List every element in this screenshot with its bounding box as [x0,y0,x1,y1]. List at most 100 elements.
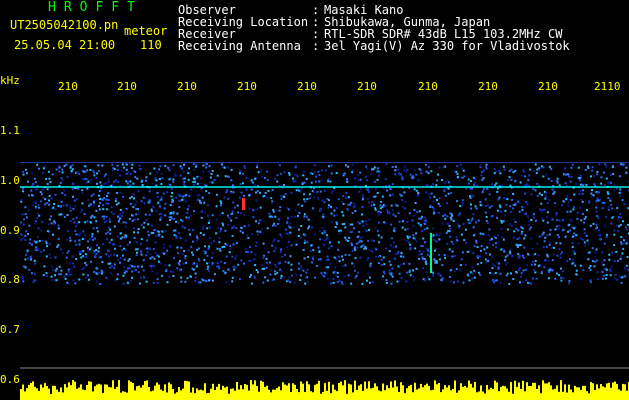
noise-speck [240,226,243,229]
noise-speck [169,204,172,206]
power-bar-segment [118,380,120,400]
noise-speck [483,248,486,251]
noise-speck [302,269,305,272]
noise-speck [152,231,155,234]
noise-speck [373,203,376,206]
noise-speck [164,264,167,267]
noise-speck [455,236,458,239]
noise-speck [81,189,84,192]
noise-speck [562,200,565,203]
noise-speck [541,217,543,220]
noise-speck [108,220,111,223]
noise-speck [406,235,409,238]
noise-speck [72,218,75,221]
noise-speck [592,194,595,197]
noise-speck [554,228,557,231]
noise-speck [154,241,157,244]
noise-speck [450,240,453,243]
noise-speck [364,245,367,248]
noise-speck [48,194,51,197]
noise-speck [544,195,547,198]
noise-speck [75,198,78,201]
noise-speck [156,192,159,194]
noise-speck [338,279,341,282]
noise-speck [222,270,225,273]
noise-speck [550,246,553,249]
noise-speck [145,254,148,257]
power-bar-segment [590,382,592,400]
noise-speck [485,220,488,222]
noise-speck [119,245,122,248]
noise-speck [493,168,496,171]
noise-speck [299,279,302,281]
noise-speck [471,277,474,280]
power-bar-segment [552,389,554,400]
header-title: HROFFT [48,0,143,15]
noise-speck [586,209,588,212]
noise-speck [545,173,548,176]
noise-speck [538,192,541,195]
noise-speck [76,171,79,174]
noise-speck [291,216,294,218]
noise-speck [147,234,150,236]
noise-speck [144,179,147,182]
noise-speck [481,171,484,173]
noise-speck [301,183,304,185]
noise-speck [412,237,415,240]
noise-speck [344,236,347,239]
noise-speck [596,173,599,176]
noise-speck [240,212,243,215]
power-bar-segment [96,384,98,400]
power-bar-segment [206,393,208,400]
noise-speck [561,219,564,222]
noise-speck [79,253,82,256]
noise-speck [105,232,108,235]
noise-speck [421,215,424,218]
noise-speck [571,245,574,248]
noise-speck [600,182,603,185]
noise-speck [185,261,188,264]
noise-speck [510,178,513,181]
noise-speck [321,227,324,230]
noise-speck [41,193,43,196]
noise-speck [364,220,367,222]
power-bar-segment [224,387,226,400]
noise-speck [374,188,377,191]
power-bar-segment [26,388,28,400]
noise-speck [24,206,27,209]
noise-speck [134,176,137,179]
noise-speck [207,270,210,273]
noise-speck [34,273,36,276]
noise-speck [103,215,106,218]
power-bar-segment [364,381,366,400]
noise-speck [298,211,301,214]
noise-speck [260,176,263,179]
noise-speck [572,250,575,253]
noise-speck [87,180,90,183]
noise-speck [337,255,340,258]
noise-speck [520,275,522,278]
noise-speck [471,266,474,268]
noise-speck [286,207,289,210]
noise-speck [116,192,119,194]
noise-speck [105,215,108,218]
noise-speck [530,282,533,285]
noise-speck [181,225,184,228]
power-bar-segment [254,380,256,400]
noise-speck [412,234,415,237]
noise-speck [175,196,178,199]
noise-speck [540,270,543,273]
noise-speck [459,268,461,271]
noise-speck [102,208,105,211]
noise-speck [151,224,153,227]
noise-speck [453,270,456,273]
noise-speck [322,213,325,216]
noise-speck [125,270,128,273]
noise-speck [117,181,120,183]
noise-speck [393,227,396,230]
power-bar-segment [56,389,58,400]
noise-speck [54,208,57,211]
noise-speck [196,263,199,266]
noise-speck [232,201,235,204]
noise-speck [44,198,47,201]
